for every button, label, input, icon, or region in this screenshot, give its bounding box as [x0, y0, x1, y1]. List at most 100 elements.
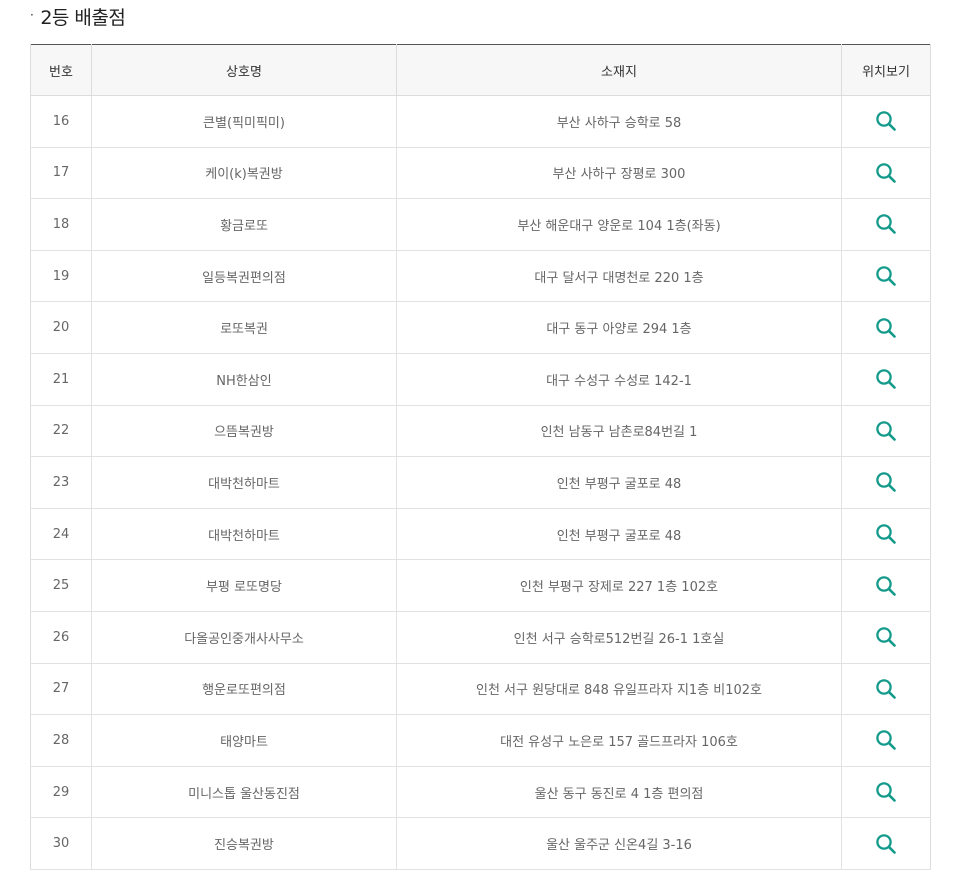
- shop-address: 부산 해운대구 양운로 104 1층(좌동): [396, 198, 842, 251]
- view-location-button[interactable]: [874, 625, 898, 649]
- row-number: 25: [30, 559, 92, 612]
- header-map: 위치보기: [841, 44, 931, 96]
- row-number: 26: [30, 611, 92, 664]
- view-location-button[interactable]: [874, 728, 898, 752]
- shop-name: NH한삼인: [91, 353, 397, 406]
- view-location-button[interactable]: [874, 832, 898, 856]
- search-icon[interactable]: [874, 264, 898, 288]
- map-cell: [841, 456, 931, 509]
- shop-address: 대전 유성구 노은로 157 골드프라자 106호: [396, 714, 842, 767]
- table-row: 16 큰별(픽미픽미) 부산 사하구 승학로 58: [30, 95, 931, 148]
- shop-name: 대박천하마트: [91, 508, 397, 561]
- table-row: 25 부평 로또명당 인천 부평구 장제로 227 1층 102호: [30, 559, 931, 612]
- table-row: 26 다올공인중개사사무소 인천 서구 승학로512번길 26-1 1호실: [30, 611, 931, 664]
- shop-name: 일등복권편의점: [91, 250, 397, 303]
- table-row: 29 미니스톱 울산동진점 울산 동구 동진로 4 1층 편의점: [30, 766, 931, 819]
- shop-address: 대구 달서구 대명천로 220 1층: [396, 250, 842, 303]
- search-icon[interactable]: [874, 419, 898, 443]
- view-location-button[interactable]: [874, 470, 898, 494]
- map-cell: [841, 559, 931, 612]
- view-location-button[interactable]: [874, 316, 898, 340]
- table-row: 19 일등복권편의점 대구 달서구 대명천로 220 1층: [30, 250, 931, 303]
- shop-name: 대박천하마트: [91, 456, 397, 509]
- shop-name: 부평 로또명당: [91, 559, 397, 612]
- search-icon[interactable]: [874, 625, 898, 649]
- map-cell: [841, 198, 931, 251]
- map-cell: [841, 353, 931, 406]
- search-icon[interactable]: [874, 728, 898, 752]
- search-icon[interactable]: [874, 367, 898, 391]
- table-row: 27 행운로또편의점 인천 서구 원당대로 848 유일프라자 지1층 비102호: [30, 663, 931, 716]
- view-location-button[interactable]: [874, 677, 898, 701]
- header-name: 상호명: [91, 44, 397, 96]
- view-location-button[interactable]: [874, 161, 898, 185]
- view-location-button[interactable]: [874, 522, 898, 546]
- view-location-button[interactable]: [874, 574, 898, 598]
- view-location-button[interactable]: [874, 367, 898, 391]
- shop-address: 인천 부평구 굴포로 48: [396, 456, 842, 509]
- map-cell: [841, 508, 931, 561]
- shop-name: 태양마트: [91, 714, 397, 767]
- shop-address: 대구 동구 아양로 294 1층: [396, 301, 842, 354]
- view-location-button[interactable]: [874, 780, 898, 804]
- header-no: 번호: [30, 44, 92, 96]
- section-title: · 2등 배출점: [30, 3, 126, 29]
- row-number: 16: [30, 95, 92, 148]
- shop-address: 울산 울주군 신온4길 3-16: [396, 817, 842, 870]
- search-icon[interactable]: [874, 212, 898, 236]
- shop-table: 번호 상호명 소재지 위치보기 16 큰별(픽미픽미) 부산 사하구 승학로 58 1…: [30, 44, 931, 870]
- table-row: 18 황금로또 부산 해운대구 양운로 104 1층(좌동): [30, 198, 931, 251]
- row-number: 28: [30, 714, 92, 767]
- view-location-button[interactable]: [874, 264, 898, 288]
- view-location-button[interactable]: [874, 419, 898, 443]
- row-number: 18: [30, 198, 92, 251]
- row-number: 23: [30, 456, 92, 509]
- table-row: 17 케이(k)복권방 부산 사하구 장평로 300: [30, 147, 931, 200]
- row-number: 29: [30, 766, 92, 819]
- row-number: 17: [30, 147, 92, 200]
- search-icon[interactable]: [874, 780, 898, 804]
- title-bullet: ·: [30, 8, 34, 22]
- row-number: 21: [30, 353, 92, 406]
- map-cell: [841, 250, 931, 303]
- view-location-button[interactable]: [874, 109, 898, 133]
- row-number: 19: [30, 250, 92, 303]
- shop-name: 행운로또편의점: [91, 663, 397, 716]
- table-body: 16 큰별(픽미픽미) 부산 사하구 승학로 58 17 케이(k)복권방 부산 사하구 …: [30, 95, 931, 870]
- shop-address: 인천 남동구 남촌로84번길 1: [396, 405, 842, 458]
- map-cell: [841, 301, 931, 354]
- row-number: 30: [30, 817, 92, 870]
- table-row: 28 태양마트 대전 유성구 노은로 157 골드프라자 106호: [30, 714, 931, 767]
- shop-address: 인천 서구 원당대로 848 유일프라자 지1층 비102호: [396, 663, 842, 716]
- search-icon[interactable]: [874, 832, 898, 856]
- table-row: 21 NH한삼인 대구 수성구 수성로 142-1: [30, 353, 931, 406]
- map-cell: [841, 405, 931, 458]
- shop-address: 인천 부평구 장제로 227 1층 102호: [396, 559, 842, 612]
- search-icon[interactable]: [874, 109, 898, 133]
- table-row: 20 로또복권 대구 동구 아양로 294 1층: [30, 301, 931, 354]
- header-address: 소재지: [396, 44, 842, 96]
- shop-name: 진승복권방: [91, 817, 397, 870]
- map-cell: [841, 714, 931, 767]
- row-number: 22: [30, 405, 92, 458]
- map-cell: [841, 817, 931, 870]
- shop-name: 케이(k)복권방: [91, 147, 397, 200]
- search-icon[interactable]: [874, 316, 898, 340]
- row-number: 20: [30, 301, 92, 354]
- shop-address: 인천 부평구 굴포로 48: [396, 508, 842, 561]
- shop-address: 부산 사하구 승학로 58: [396, 95, 842, 148]
- view-location-button[interactable]: [874, 212, 898, 236]
- shop-address: 인천 서구 승학로512번길 26-1 1호실: [396, 611, 842, 664]
- search-icon[interactable]: [874, 470, 898, 494]
- search-icon[interactable]: [874, 161, 898, 185]
- search-icon[interactable]: [874, 677, 898, 701]
- table-row: 30 진승복권방 울산 울주군 신온4길 3-16: [30, 817, 931, 870]
- shop-name: 황금로또: [91, 198, 397, 251]
- shop-name: 로또복권: [91, 301, 397, 354]
- search-icon[interactable]: [874, 574, 898, 598]
- table-header-row: 번호 상호명 소재지 위치보기: [30, 44, 931, 96]
- map-cell: [841, 147, 931, 200]
- search-icon[interactable]: [874, 522, 898, 546]
- map-cell: [841, 766, 931, 819]
- shop-name: 큰별(픽미픽미): [91, 95, 397, 148]
